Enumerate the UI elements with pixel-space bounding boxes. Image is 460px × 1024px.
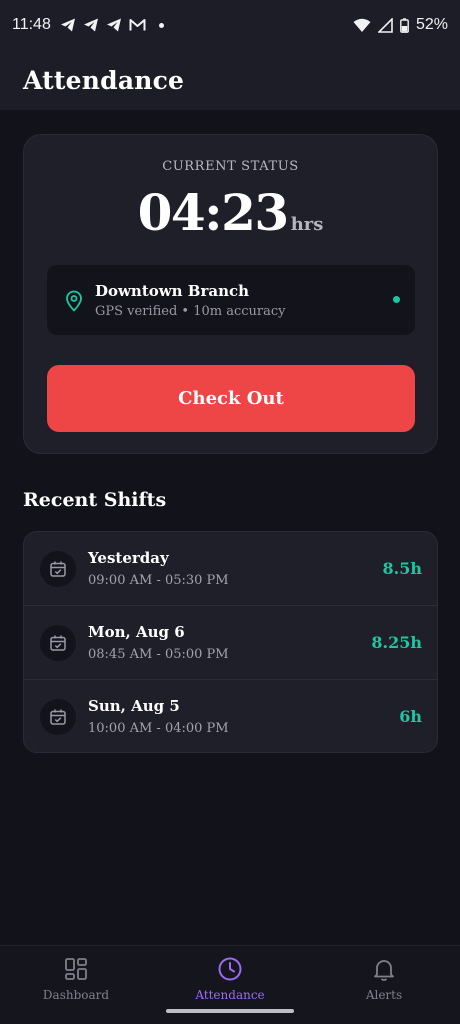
shift-day: Yesterday xyxy=(88,549,169,567)
timer-value: 04:23 xyxy=(137,183,290,242)
nav-label-dashboard: Dashboard xyxy=(42,988,110,1002)
current-status-label: CURRENT STATUS xyxy=(162,159,299,174)
home-indicator[interactable] xyxy=(166,1009,294,1013)
calendar-check-icon xyxy=(40,624,76,661)
shift-hours: 6h xyxy=(399,707,422,726)
page-title: Attendance xyxy=(23,65,185,95)
gps-status-dot-icon xyxy=(393,296,400,303)
shift-hours: 8.5h xyxy=(382,559,422,578)
gmail-icon xyxy=(129,19,146,31)
shift-hours: 8.25h xyxy=(371,633,422,652)
location-detail: GPS verified • 10m accuracy xyxy=(95,304,286,319)
nav-label-alerts: Alerts xyxy=(365,988,403,1002)
nav-label-attendance: Attendance xyxy=(195,988,265,1002)
shift-row[interactable]: Mon, Aug 6 08:45 AM - 05:00 PM 8.25h xyxy=(24,605,437,679)
wifi-icon xyxy=(353,18,371,32)
status-bar-left: 11:48 xyxy=(12,16,164,34)
location-pin-icon xyxy=(66,290,82,312)
shift-row[interactable]: Sun, Aug 5 10:00 AM - 04:00 PM 6h xyxy=(24,679,437,752)
calendar-check-icon xyxy=(40,698,76,735)
nav-item-attendance[interactable]: Attendance xyxy=(170,956,290,1010)
shift-day: Mon, Aug 6 xyxy=(88,623,185,641)
timer-unit: hrs xyxy=(290,214,324,235)
telegram-icon xyxy=(83,18,98,32)
shift-timer: 04:23 hrs xyxy=(24,183,437,242)
check-out-button[interactable]: Check Out xyxy=(47,365,415,432)
location-info: Downtown Branch GPS verified • 10m accur… xyxy=(47,265,415,335)
shift-time-range: 08:45 AM - 05:00 PM xyxy=(88,647,229,662)
system-status-bar: 11:48 52% xyxy=(0,0,460,50)
battery-percent: 52% xyxy=(415,16,448,33)
signal-icon xyxy=(377,17,393,33)
location-name: Downtown Branch xyxy=(95,282,250,300)
recent-shifts-list: Yesterday 09:00 AM - 05:30 PM 8.5h Mon, … xyxy=(23,531,438,753)
current-status-card: CURRENT STATUS 04:23 hrs Downtown Branch… xyxy=(23,134,438,454)
nav-item-alerts[interactable]: Alerts xyxy=(324,956,444,1010)
bell-icon xyxy=(374,960,394,981)
telegram-icon xyxy=(60,18,75,32)
shift-day: Sun, Aug 5 xyxy=(88,697,180,715)
battery-icon xyxy=(400,17,409,33)
recent-shifts-title: Recent Shifts xyxy=(23,489,167,511)
app-header: Attendance xyxy=(0,50,460,110)
calendar-check-icon xyxy=(40,551,76,587)
clock-icon xyxy=(218,957,242,981)
shift-row[interactable]: Yesterday 09:00 AM - 05:30 PM 8.5h xyxy=(24,532,437,606)
shift-time-range: 10:00 AM - 04:00 PM xyxy=(88,721,229,736)
shift-time-range: 09:00 AM - 05:30 PM xyxy=(88,573,229,588)
clock-time: 11:48 xyxy=(12,16,51,33)
nav-item-dashboard[interactable]: Dashboard xyxy=(16,956,136,1010)
grid-icon xyxy=(65,958,87,980)
notification-dot-icon xyxy=(158,22,164,28)
status-bar-right: 52% xyxy=(353,16,448,34)
telegram-icon xyxy=(106,18,121,32)
